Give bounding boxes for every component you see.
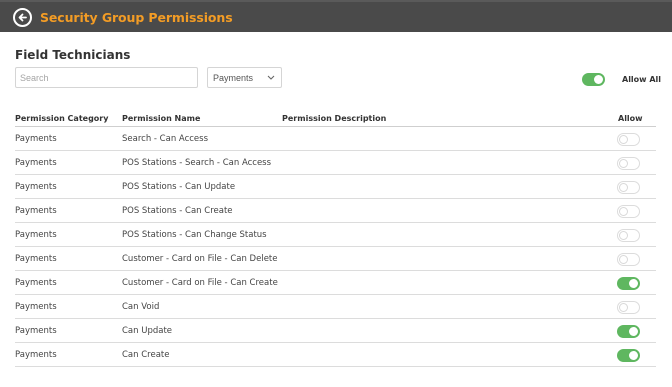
allow-toggle[interactable] bbox=[617, 181, 640, 194]
column-header-category: Permission Category bbox=[15, 114, 109, 123]
allow-toggle[interactable] bbox=[617, 229, 640, 242]
category-select-value: Payments bbox=[213, 73, 254, 83]
table-row: Payments POS Stations - Can Create bbox=[15, 199, 656, 223]
toggle-switch[interactable] bbox=[582, 73, 605, 86]
chevron-down-icon bbox=[267, 75, 275, 80]
permission-name: Can Create bbox=[122, 350, 170, 360]
table-row: Payments POS Stations - Can Change Status bbox=[15, 223, 656, 247]
header-bar: Security Group Permissions bbox=[0, 0, 672, 32]
column-header-description: Permission Description bbox=[282, 114, 387, 123]
column-header-name: Permission Name bbox=[122, 114, 201, 123]
toggle-knob bbox=[619, 255, 628, 264]
permission-name: POS Stations - Can Update bbox=[122, 182, 236, 192]
permission-name: POS Stations - Can Create bbox=[122, 206, 233, 216]
table-row: Payments Search - Can Access bbox=[15, 127, 656, 151]
permission-category: Payments bbox=[15, 326, 57, 336]
back-arrow-icon[interactable] bbox=[13, 8, 32, 27]
allow-all-toggle[interactable] bbox=[582, 73, 605, 86]
allow-toggle[interactable] bbox=[617, 301, 640, 314]
permission-name: POS Stations - Can Change Status bbox=[122, 230, 267, 240]
group-title: Field Technicians bbox=[15, 48, 131, 62]
table-row: Payments Customer - Card on File - Can De… bbox=[15, 247, 656, 271]
page-title: Security Group Permissions bbox=[40, 10, 233, 25]
toggle-knob bbox=[619, 207, 628, 216]
permission-category: Payments bbox=[15, 134, 57, 144]
allow-toggle[interactable] bbox=[617, 133, 640, 146]
allow-toggle[interactable] bbox=[617, 157, 640, 170]
permission-name: Customer - Card on File - Can Delete bbox=[122, 254, 278, 264]
permissions-table-body: Payments Search - Can Access Payments POS S… bbox=[15, 127, 656, 367]
allow-toggle[interactable] bbox=[617, 349, 640, 362]
permission-name: Customer - Card on File - Can Create bbox=[122, 278, 278, 288]
permission-name: Can Update bbox=[122, 326, 173, 336]
permission-category: Payments bbox=[15, 350, 57, 360]
table-row: Payments Can Update bbox=[15, 319, 656, 343]
search-input[interactable] bbox=[15, 67, 198, 88]
category-select[interactable]: Payments bbox=[207, 67, 282, 88]
allow-all-label: Allow All bbox=[622, 75, 662, 84]
permission-category: Payments bbox=[15, 206, 57, 216]
permission-category: Payments bbox=[15, 254, 57, 264]
table-row: Payments POS Stations - Search - Can Acce… bbox=[15, 151, 656, 175]
allow-toggle[interactable] bbox=[617, 277, 640, 290]
toggle-knob bbox=[619, 183, 628, 192]
permission-name: Search - Can Access bbox=[122, 134, 209, 144]
table-row: Payments POS Stations - Can Update bbox=[15, 175, 656, 199]
toggle-knob bbox=[629, 327, 638, 336]
toggle-knob bbox=[619, 135, 628, 144]
table-row: Payments Customer - Card on File - Can Cr… bbox=[15, 271, 656, 295]
permission-name: POS Stations - Search - Can Access bbox=[122, 158, 272, 168]
permission-category: Payments bbox=[15, 230, 57, 240]
toggle-knob bbox=[629, 351, 638, 360]
permission-category: Payments bbox=[15, 278, 57, 288]
column-header-allow: Allow bbox=[618, 114, 643, 123]
toggle-knob bbox=[619, 303, 628, 312]
toggle-knob bbox=[619, 159, 628, 168]
table-row: Payments Can Void bbox=[15, 295, 656, 319]
permission-category: Payments bbox=[15, 158, 57, 168]
permission-category: Payments bbox=[15, 182, 57, 192]
allow-toggle[interactable] bbox=[617, 205, 640, 218]
toggle-knob bbox=[619, 231, 628, 240]
toggle-knob bbox=[629, 279, 638, 288]
permission-category: Payments bbox=[15, 302, 57, 312]
permission-name: Can Void bbox=[122, 302, 160, 312]
allow-toggle[interactable] bbox=[617, 253, 640, 266]
allow-toggle[interactable] bbox=[617, 325, 640, 338]
table-row: Payments Can Create bbox=[15, 343, 656, 367]
